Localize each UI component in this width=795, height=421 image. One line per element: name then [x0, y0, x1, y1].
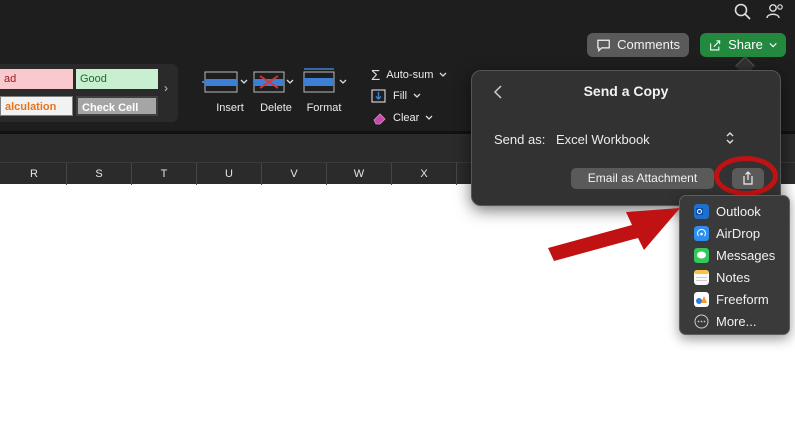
menu-item-messages[interactable]: Messages [680, 244, 789, 266]
column-header[interactable]: U [197, 163, 262, 185]
people-icon[interactable] [765, 2, 785, 22]
delete-cells-icon [253, 71, 294, 93]
chevron-down-icon [439, 72, 447, 77]
eraser-icon [373, 113, 386, 125]
search-icon[interactable] [733, 2, 753, 22]
column-header[interactable]: W [327, 163, 392, 185]
format-cells-icon [303, 68, 347, 93]
annotation-circle [714, 156, 778, 196]
more-icon [694, 314, 709, 328]
column-header[interactable]: V [262, 163, 327, 185]
column-header[interactable]: R [2, 163, 67, 185]
title-bar [0, 0, 795, 24]
comments-button[interactable]: Comments [587, 33, 689, 57]
format-label: Format [306, 102, 342, 114]
insert-cells-icon [202, 71, 248, 93]
column-header[interactable]: T [132, 163, 197, 185]
airdrop-icon [694, 225, 709, 241]
popover-title: Send a Copy [583, 83, 669, 99]
fill-label: Fill [393, 90, 408, 102]
share-menu: Outlook AirDrop Messages Notes Freeform … [679, 195, 790, 335]
clear-label: Clear [393, 112, 420, 124]
share-icon [710, 40, 721, 51]
send-as-select[interactable]: Excel Workbook [556, 132, 650, 147]
share-button[interactable]: Share [700, 33, 786, 57]
comments-label: Comments [617, 37, 680, 52]
menu-item-notes[interactable]: Notes [680, 266, 789, 288]
menu-item-label: Freeform [716, 291, 769, 307]
menu-item-outlook[interactable]: Outlook [680, 200, 789, 222]
share-label: Share [728, 37, 763, 52]
menu-item-airdrop[interactable]: AirDrop [680, 222, 789, 244]
chevron-down-icon [769, 42, 777, 48]
email-as-attachment-button[interactable]: Email as Attachment [571, 168, 714, 189]
up-down-chevron-icon[interactable] [724, 130, 736, 146]
column-header[interactable]: X [392, 163, 457, 185]
clear-button[interactable]: Clear [371, 108, 433, 128]
menu-item-more[interactable]: More... [680, 310, 789, 332]
style-bad[interactable]: ad [0, 69, 73, 89]
menu-item-label: More... [716, 313, 757, 329]
chevron-right-icon[interactable]: › [164, 81, 168, 95]
autosum-label: Auto-sum [386, 69, 434, 81]
fill-button[interactable]: Fill [371, 86, 421, 106]
annotation-arrow [548, 208, 680, 261]
outlook-icon [694, 203, 709, 219]
column-header[interactable]: S [67, 163, 132, 185]
cell-styles-gallery: ad Good alculation Check Cell › [0, 64, 178, 122]
comment-icon [597, 39, 610, 52]
style-good[interactable]: Good [76, 69, 158, 89]
style-check-cell[interactable]: Check Cell [76, 96, 158, 116]
messages-icon [694, 247, 709, 263]
menu-item-label: Outlook [716, 203, 761, 219]
menu-item-label: Notes [716, 269, 750, 285]
notes-icon [694, 269, 709, 285]
menu-item-freeform[interactable]: Freeform [680, 288, 789, 310]
autosum-button[interactable]: Σ Auto-sum [371, 65, 447, 85]
format-button[interactable]: Format [294, 68, 354, 118]
freeform-icon [694, 291, 709, 307]
menu-item-label: Messages [716, 247, 776, 263]
menu-item-label: AirDrop [716, 225, 761, 241]
chevron-down-icon [413, 93, 421, 98]
style-calculation[interactable]: alculation [0, 96, 73, 116]
sigma-icon: Σ [371, 66, 381, 84]
chevron-down-icon [425, 115, 433, 120]
send-as-label: Send as: [494, 132, 546, 147]
fill-down-icon [371, 89, 386, 103]
